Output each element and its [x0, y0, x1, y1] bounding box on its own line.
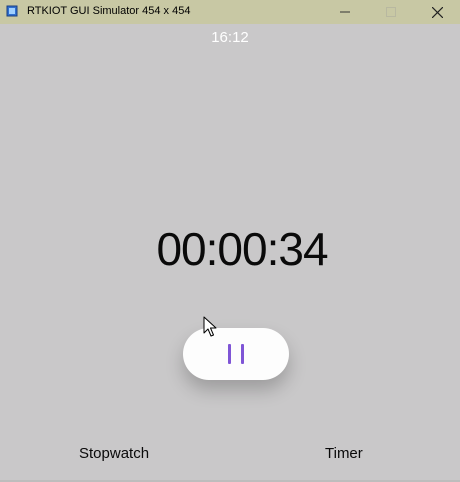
window-title: RTKIOT GUI Simulator 454 x 454	[27, 5, 191, 17]
status-clock: 16:12	[211, 29, 249, 46]
pause-bar-left	[228, 344, 231, 364]
tab-timer[interactable]: Timer	[325, 445, 363, 462]
stopwatch-elapsed-time: 00:00:34	[156, 223, 328, 275]
maximize-icon	[386, 7, 396, 17]
close-button[interactable]	[414, 0, 460, 24]
watch-screen: 16:12 00:00:34 Stopwatch Timer	[2, 24, 458, 480]
pause-button[interactable]	[183, 328, 289, 380]
minimize-icon	[340, 11, 350, 13]
minimize-button[interactable]	[322, 0, 368, 24]
pause-bar-right	[241, 344, 244, 364]
window-titlebar: RTKIOT GUI Simulator 454 x 454	[0, 0, 460, 24]
app-icon	[6, 5, 18, 17]
tab-stopwatch[interactable]: Stopwatch	[79, 445, 149, 462]
close-icon	[431, 6, 443, 18]
maximize-button[interactable]	[368, 0, 414, 24]
pause-icon	[223, 344, 249, 364]
mouse-pointer-icon	[203, 316, 217, 337]
